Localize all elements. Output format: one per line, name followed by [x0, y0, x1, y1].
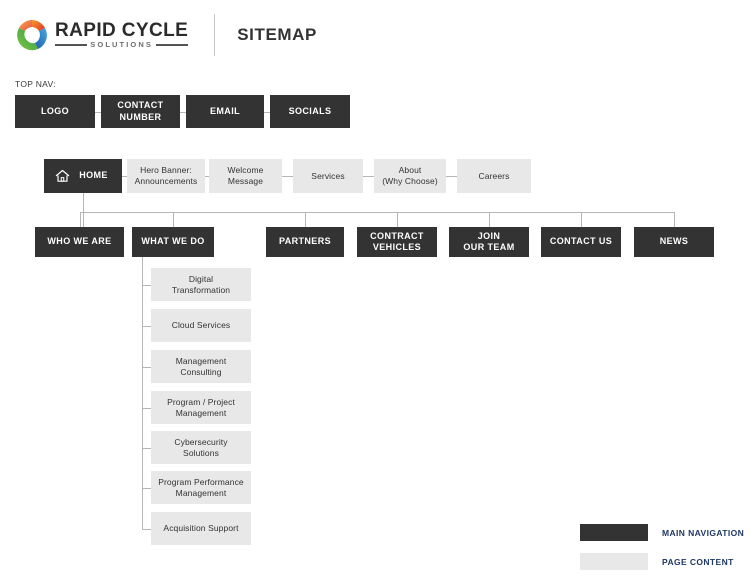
- legend-label: MAIN NAVIGATION: [662, 527, 745, 538]
- service-item-digital-transformation[interactable]: Digital Transformation: [151, 268, 251, 301]
- legend-swatch-light: [580, 553, 648, 570]
- top-nav-item-logo[interactable]: LOGO: [15, 95, 95, 128]
- main-nav-item-news[interactable]: NEWS: [634, 227, 714, 257]
- main-nav-riser: [581, 212, 582, 227]
- service-item-cloud-services[interactable]: Cloud Services: [151, 309, 251, 342]
- sitemap-canvas: RAPID CYCLE SOLUTIONS SITEMAP TOP NAV: L…: [0, 0, 754, 583]
- node-label: SOCIALS: [288, 105, 332, 116]
- brand-name: RAPID CYCLE: [55, 20, 189, 42]
- main-nav-riser: [173, 212, 174, 227]
- node-label: HOME: [79, 170, 108, 181]
- node-label: Program Performance Management: [158, 476, 244, 498]
- main-nav-item-who-we-are[interactable]: WHO WE ARE: [35, 227, 124, 257]
- node-label: Management Consulting: [175, 355, 227, 377]
- service-stub: [142, 325, 151, 327]
- rule-right: [155, 44, 189, 46]
- node-label: WHAT WE DO: [141, 236, 205, 247]
- service-stub: [142, 407, 151, 409]
- brand-wordmark: RAPID CYCLE SOLUTIONS: [55, 20, 189, 50]
- page-title: SITEMAP: [237, 25, 317, 44]
- node-label: JOIN OUR TEAM: [463, 230, 515, 252]
- main-nav-riser: [79, 212, 81, 227]
- node-label: CONTRACT VEHICLES: [370, 230, 424, 252]
- rule-left: [55, 44, 88, 46]
- header-divider: [214, 14, 216, 56]
- main-nav-riser: [489, 212, 490, 227]
- legend-row-page-content: PAGE CONTENT: [580, 553, 734, 570]
- home-row-connector: [363, 176, 374, 177]
- node-label: PARTNERS: [278, 236, 332, 247]
- node-label: Digital Transformation: [171, 273, 231, 295]
- main-nav-riser: [397, 212, 398, 227]
- service-item-cybersecurity-solutions[interactable]: Cybersecurity Solutions: [151, 431, 251, 464]
- node-label: CONTACT US: [549, 236, 613, 247]
- brand-tagline-rule: SOLUTIONS: [55, 40, 189, 50]
- node-label: Acquisition Support: [163, 523, 239, 534]
- service-stub: [142, 366, 151, 368]
- home-node-inner: HOME: [55, 169, 111, 183]
- home-drop-line: [83, 193, 84, 212]
- top-nav-item-contact-number[interactable]: CONTACT NUMBER: [101, 95, 180, 128]
- node-label: Welcome Message: [227, 165, 264, 186]
- main-nav-item-contract-vehicles[interactable]: CONTRACT VEHICLES: [357, 227, 437, 257]
- main-nav-item-partners[interactable]: PARTNERS: [266, 227, 344, 257]
- brand-tagline: SOLUTIONS: [90, 40, 153, 50]
- service-item-program-project-management[interactable]: Program / Project Management: [151, 391, 251, 424]
- brand-logo: RAPID CYCLE SOLUTIONS: [14, 17, 189, 53]
- node-label: Services: [311, 170, 345, 181]
- service-stub: [142, 447, 151, 449]
- recycle-swirl-logo-icon: [14, 17, 50, 53]
- node-label: CONTACT NUMBER: [117, 100, 164, 122]
- service-stub: [142, 528, 151, 530]
- node-label: LOGO: [40, 105, 70, 116]
- node-label: About (Why Choose): [382, 165, 438, 186]
- home-content-item-careers[interactable]: Careers: [457, 159, 531, 193]
- main-nav-item-join-our-team[interactable]: JOIN OUR TEAM: [449, 227, 529, 257]
- home-row-connector: [446, 176, 457, 177]
- node-label: WHO WE ARE: [47, 236, 112, 247]
- main-nav-bus-line: [79, 212, 674, 213]
- service-item-acquisition-support[interactable]: Acquisition Support: [151, 512, 251, 545]
- node-label: Careers: [478, 170, 510, 181]
- main-nav-item-contact-us[interactable]: CONTACT US: [541, 227, 621, 257]
- node-label: NEWS: [659, 236, 689, 247]
- top-nav-item-socials[interactable]: SOCIALS: [270, 95, 350, 128]
- home-content-item-services[interactable]: Services: [293, 159, 363, 193]
- service-stub: [142, 284, 151, 286]
- service-stub: [142, 487, 151, 489]
- home-content-item-about-why-choose[interactable]: About (Why Choose): [374, 159, 446, 193]
- service-item-program-performance-management[interactable]: Program Performance Management: [151, 471, 251, 504]
- home-content-item-welcome-message[interactable]: Welcome Message: [209, 159, 282, 193]
- service-item-management-consulting[interactable]: Management Consulting: [151, 350, 251, 383]
- node-label: EMAIL: [210, 105, 240, 116]
- legend-row-main-navigation: MAIN NAVIGATION: [580, 524, 744, 541]
- node-label: Cybersecurity Solutions: [174, 436, 228, 458]
- legend-swatch-dark: [580, 524, 648, 541]
- main-nav-riser: [674, 212, 675, 227]
- main-nav-riser: [305, 212, 306, 227]
- home-content-item-hero-banner-announcements[interactable]: Hero Banner: Announcements: [127, 159, 205, 193]
- top-nav-item-email[interactable]: EMAIL: [186, 95, 264, 128]
- node-label: Program / Project Management: [167, 396, 235, 418]
- legend-label: PAGE CONTENT: [662, 556, 734, 567]
- page-header: RAPID CYCLE SOLUTIONS SITEMAP: [14, 12, 317, 58]
- node-label: Hero Banner: Announcements: [134, 165, 198, 186]
- top-nav-section-label: TOP NAV:: [15, 79, 56, 89]
- node-label: Cloud Services: [171, 320, 231, 331]
- home-row-connector: [282, 176, 293, 177]
- home-node-home[interactable]: HOME: [44, 159, 122, 193]
- main-nav-item-what-we-do[interactable]: WHAT WE DO: [132, 227, 214, 257]
- home-icon: [55, 169, 70, 183]
- home-riser-through-bus: [83, 212, 84, 227]
